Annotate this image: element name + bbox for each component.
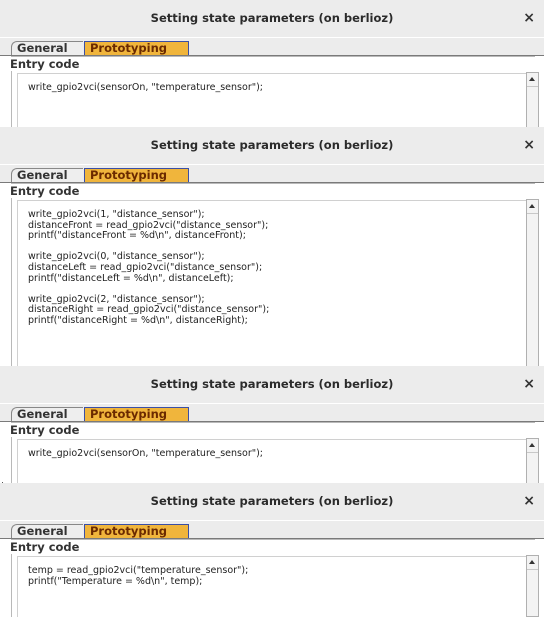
entry-code-text[interactable]: write_gpio2vci(1, "distance_sensor"); di… — [28, 209, 269, 327]
entry-code-text[interactable]: write_gpio2vci(sensorOn, "temperature_se… — [28, 82, 263, 94]
tab-strip: General Prototyping — [0, 38, 544, 56]
dialog-panel-2: Setting state parameters (on berlioz) × … — [0, 127, 544, 369]
close-icon[interactable]: × — [523, 127, 535, 164]
tab-general[interactable]: General — [11, 407, 83, 421]
dialog-title: Setting state parameters (on berlioz) — [150, 11, 394, 25]
vertical-scrollbar[interactable] — [526, 438, 539, 486]
tab-strip: General Prototyping — [0, 521, 544, 539]
tab-general[interactable]: General — [11, 524, 83, 538]
entry-code-editor[interactable]: write_gpio2vci(sensorOn, "temperature_se… — [17, 439, 528, 486]
entry-code-text[interactable]: temp = read_gpio2vci("temperature_sensor… — [28, 565, 248, 587]
dialog-panel-1: Setting state parameters (on berlioz) × … — [0, 0, 544, 129]
vertical-scrollbar[interactable] — [526, 199, 539, 369]
tab-prototyping[interactable]: Prototyping — [84, 407, 189, 421]
tab-prototyping[interactable]: Prototyping — [84, 524, 189, 538]
entry-code-text[interactable]: write_gpio2vci(sensorOn, "temperature_se… — [28, 448, 263, 460]
close-icon[interactable]: × — [523, 366, 535, 403]
scroll-up-arrow-icon[interactable] — [527, 200, 538, 214]
close-icon[interactable]: × — [523, 483, 535, 520]
dialog-title: Setting state parameters (on berlioz) — [150, 377, 394, 391]
entry-code-label: Entry code — [8, 540, 82, 554]
tab-prototyping[interactable]: Prototyping — [84, 168, 189, 182]
scroll-up-arrow-icon[interactable] — [527, 556, 538, 570]
tab-general[interactable]: General — [11, 168, 83, 182]
dialog-title: Setting state parameters (on berlioz) — [150, 494, 394, 508]
dialog-title: Setting state parameters (on berlioz) — [150, 138, 394, 152]
scroll-up-arrow-icon[interactable] — [527, 73, 538, 87]
vertical-scrollbar[interactable] — [526, 72, 539, 129]
entry-code-label: Entry code — [8, 184, 82, 198]
title-bar: Setting state parameters (on berlioz) × — [0, 127, 544, 164]
dialog-panel-4: Setting state parameters (on berlioz) × … — [0, 483, 544, 617]
entry-code-editor[interactable]: write_gpio2vci(1, "distance_sensor"); di… — [17, 200, 528, 369]
tab-prototyping[interactable]: Prototyping — [84, 41, 189, 55]
close-icon[interactable]: × — [523, 0, 535, 37]
entry-code-editor[interactable]: temp = read_gpio2vci("temperature_sensor… — [17, 556, 528, 617]
tab-general[interactable]: General — [11, 41, 83, 55]
entry-code-label: Entry code — [8, 423, 82, 437]
title-bar: Setting state parameters (on berlioz) × — [0, 483, 544, 520]
tab-strip: General Prototyping — [0, 404, 544, 422]
vertical-scrollbar[interactable] — [526, 555, 539, 617]
dialog-panel-3: Setting state parameters (on berlioz) × … — [0, 366, 544, 486]
scroll-up-arrow-icon[interactable] — [527, 439, 538, 453]
entry-code-label: Entry code — [8, 57, 82, 71]
title-bar: Setting state parameters (on berlioz) × — [0, 0, 544, 37]
entry-code-editor[interactable]: write_gpio2vci(sensorOn, "temperature_se… — [17, 73, 528, 129]
title-bar: Setting state parameters (on berlioz) × — [0, 366, 544, 403]
tab-strip: General Prototyping — [0, 165, 544, 183]
